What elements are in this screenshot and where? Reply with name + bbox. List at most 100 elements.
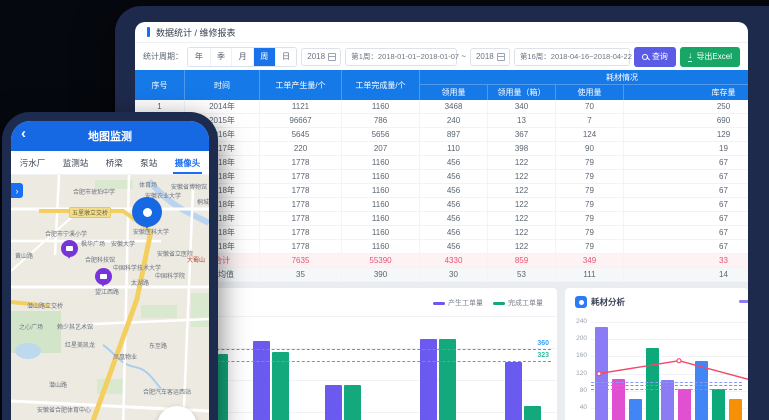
cell: 122	[488, 240, 556, 253]
table-row: 22015年96667786240137690	[135, 114, 748, 128]
cell: 122	[488, 212, 556, 225]
back-icon[interactable]: ‹	[21, 125, 26, 142]
cell: 1778	[260, 170, 342, 183]
gridline	[591, 356, 748, 357]
cell: 1778	[260, 184, 342, 197]
map-label: 安徽省合肥体育中心	[37, 405, 91, 414]
map-view[interactable]: 合肥市琥珀中学体育场安徽农业大学安徽省博物馆桐城路五里墩立交桥合肥市宁溪小学黄山…	[11, 175, 209, 420]
cell: 456	[420, 240, 488, 253]
legend-item: 完成工单量	[493, 298, 543, 308]
cell: 122	[488, 156, 556, 169]
cell: 1121	[260, 100, 342, 113]
table-row: 12014年11211160346834070250	[135, 100, 748, 114]
cell: 79	[556, 156, 624, 169]
period-option-日[interactable]: 日	[275, 48, 297, 66]
calendar-icon	[497, 53, 505, 61]
cell: 122	[488, 184, 556, 197]
map-panel-expander[interactable]: ›	[11, 183, 23, 198]
cell: 1778	[260, 198, 342, 211]
query-button[interactable]: 查询	[634, 47, 676, 67]
cell: 367	[488, 128, 556, 141]
tab-泵站[interactable]: 泵站	[138, 151, 159, 174]
camera-marker[interactable]	[95, 268, 112, 285]
phone-header: ‹ 地图监测	[11, 121, 209, 151]
cell: 1160	[342, 184, 420, 197]
map-label: 合肥科技馆	[85, 255, 115, 264]
bar	[695, 361, 708, 420]
bar	[524, 406, 541, 420]
cell: 1778	[260, 240, 342, 253]
bar	[420, 339, 437, 420]
selected-camera-marker[interactable]	[132, 197, 162, 227]
table-header: 序号时间工单产生量/个工单完成量/个耗材情况领用量领用量（箱）使用量库存量	[135, 70, 748, 100]
bar	[629, 399, 642, 420]
period-option-季[interactable]: 季	[210, 48, 232, 66]
camera-icon	[100, 274, 107, 279]
end-year-value: 2018	[476, 52, 494, 61]
end-week-value: 第16周：2018-04-16~2018-04-22	[520, 51, 632, 62]
export-button-label: 导出Excel	[696, 51, 732, 62]
period-option-年[interactable]: 年	[188, 48, 210, 66]
cell: 33	[624, 254, 748, 267]
cell: 19	[624, 142, 748, 155]
table-row: 62018年177811604561227967	[135, 170, 748, 184]
cell: 456	[420, 170, 488, 183]
phone-title: 地图监测	[88, 128, 132, 144]
start-week-value: 第1周：2018-01-01~2018-01-07	[351, 51, 459, 62]
cell: 79	[556, 170, 624, 183]
tab-污水厂[interactable]: 污水厂	[18, 151, 48, 174]
start-week-picker[interactable]: 第1周：2018-01-01~2018-01-07	[345, 48, 457, 66]
period-option-月[interactable]: 月	[231, 48, 253, 66]
cell: 53	[488, 268, 556, 281]
charts-section: 产生工单量完成工单量360323 耗材分析2402001601208040	[135, 282, 748, 420]
bar	[344, 385, 361, 420]
y-axis-tick: 160	[569, 352, 587, 359]
marker-dot-icon	[143, 208, 152, 217]
total-row: 合计763555390433085934933	[135, 254, 748, 268]
map-label: 太湖路	[131, 278, 149, 287]
map-label: 之心广场	[19, 322, 43, 331]
period-option-周[interactable]: 周	[253, 48, 275, 66]
map-label: 五里墩立交桥	[69, 207, 111, 218]
cell: 690	[624, 114, 748, 127]
group-header-label: 耗材情况	[420, 70, 748, 85]
cell: 5656	[342, 128, 420, 141]
cell: 220	[260, 142, 342, 155]
cell: 67	[624, 156, 748, 169]
end-week-picker[interactable]: 第16周：2018-04-16~2018-04-22	[514, 48, 630, 66]
reference-line-label: 323	[537, 352, 549, 359]
column-header: 时间	[185, 70, 260, 100]
tab-摄像头[interactable]: 摄像头	[173, 151, 203, 174]
export-excel-button[interactable]: ↓ 导出Excel	[680, 47, 740, 67]
camera-marker[interactable]	[61, 240, 78, 257]
cell: 35	[260, 268, 342, 281]
tab-桥梁[interactable]: 桥梁	[104, 151, 125, 174]
cell: 349	[556, 254, 624, 267]
phone-frame: ‹ 地图监测 污水厂监测站桥梁泵站摄像头	[2, 112, 218, 420]
map-label: 潜山路	[49, 380, 67, 389]
bar	[505, 362, 522, 420]
breadcrumb: 数据统计 / 维修报表	[135, 22, 748, 43]
bar	[439, 339, 456, 420]
tab-监测站[interactable]: 监测站	[61, 151, 91, 174]
map-label: 潜山路立交桥	[27, 301, 63, 310]
cell: 1160	[342, 100, 420, 113]
sub-column-header: 库存量	[624, 85, 748, 100]
cell: 4330	[420, 254, 488, 267]
end-year-picker[interactable]: 2018	[470, 48, 510, 66]
chart-legend: 产生工单量完成工单量	[433, 298, 543, 308]
map-label: 赖少其艺术馆	[57, 322, 93, 331]
cell: 897	[420, 128, 488, 141]
cell: 456	[420, 198, 488, 211]
table-row: 72018年177811604561227967	[135, 184, 748, 198]
map-label: 红星美凯龙	[65, 340, 95, 349]
y-axis-tick: 200	[569, 335, 587, 342]
reference-line-label: 360	[537, 340, 549, 347]
map-label: 凤凰物业	[113, 352, 137, 361]
gridline	[591, 322, 748, 323]
screenshot-stage: 数据统计 / 维修报表 统计周期： 年季月周日 2018 第1周：2018-01…	[0, 0, 769, 420]
start-year-picker[interactable]: 2018	[301, 48, 341, 66]
cell: 786	[342, 114, 420, 127]
column-header: 序号	[135, 70, 185, 100]
cell: 79	[556, 198, 624, 211]
